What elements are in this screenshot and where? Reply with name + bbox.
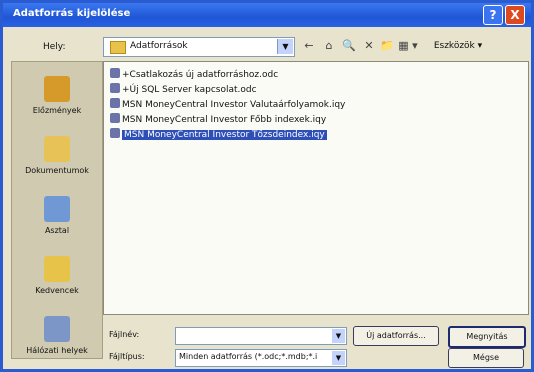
folder-icon [110, 41, 126, 54]
place-label: Asztal [44, 226, 70, 235]
list-item[interactable]: +Új SQL Server kapcsolat.odc [110, 83, 257, 96]
delete-icon[interactable]: ✕ [361, 39, 377, 53]
filetype-label: Fájltípus: [109, 352, 145, 361]
places-bar: Előzmények Dokumentumok Asztal Kedvencek… [11, 61, 103, 359]
place-label: Dokumentumok [25, 166, 89, 175]
file-icon [110, 113, 120, 123]
close-button[interactable]: X [505, 5, 525, 25]
look-in-value: Adatforrások [130, 41, 188, 51]
up-folder-icon[interactable]: ⌂ [321, 39, 337, 53]
place-favorites[interactable]: Kedvencek [12, 256, 102, 295]
place-desktop[interactable]: Asztal [12, 196, 102, 235]
chevron-down-icon[interactable]: ▼ [332, 351, 345, 365]
desktop-icon [44, 196, 70, 222]
look-in-combo[interactable]: Adatforrások ▼ [103, 37, 295, 57]
look-in-toolbar: Hely: Adatforrások ▼ ← ⌂ 🔍 ✕ 📁 ▦ ▾ Eszkö… [11, 37, 523, 59]
chevron-down-icon[interactable]: ▼ [332, 329, 345, 343]
back-icon[interactable]: ← [301, 39, 317, 53]
new-source-button[interactable]: Új adatforrás... [353, 326, 439, 346]
history-icon [44, 76, 70, 102]
tools-menu[interactable]: Eszközök ▾ [423, 39, 493, 53]
filename-input[interactable]: ▼ [175, 327, 347, 345]
list-item[interactable]: MSN MoneyCentral Investor Főbb indexek.i… [110, 113, 326, 126]
filetype-select[interactable]: Minden adatforrás (*.odc;*.mdb;*.i ▼ [175, 349, 347, 367]
file-icon [110, 83, 120, 93]
list-item[interactable]: MSN MoneyCentral Investor Valutaárfolyam… [110, 98, 345, 111]
list-item-selected[interactable]: MSN MoneyCentral Investor Tőzsdeindex.iq… [110, 128, 327, 141]
new-folder-icon[interactable]: 📁 [379, 39, 395, 53]
place-label: Kedvencek [35, 286, 79, 295]
filename-label: Fájlnév: [109, 330, 140, 339]
place-label: Hálózati helyek [26, 346, 88, 355]
window-title: Adatforrás kijelölése [13, 8, 131, 19]
help-button[interactable]: ? [483, 5, 503, 25]
open-data-source-dialog: Adatforrás kijelölése ? X Hely: Adatforr… [0, 0, 534, 372]
file-icon [110, 68, 120, 78]
search-web-icon[interactable]: 🔍 [341, 39, 357, 53]
list-item[interactable]: +Csatlakozás új adatforráshoz.odc [110, 68, 278, 81]
favorites-icon [44, 256, 70, 282]
filetype-value: Minden adatforrás (*.odc;*.mdb;*.i [179, 352, 318, 361]
open-button[interactable]: Megnyitás [448, 326, 526, 348]
chevron-down-icon[interactable]: ▼ [277, 39, 293, 54]
views-icon[interactable]: ▦ ▾ [397, 39, 419, 53]
documents-icon [44, 136, 70, 162]
place-label: Előzmények [32, 106, 82, 115]
file-icon [110, 98, 120, 108]
cancel-button[interactable]: Mégse [448, 348, 524, 368]
place-network[interactable]: Hálózati helyek [12, 316, 102, 355]
file-list[interactable]: +Csatlakozás új adatforráshoz.odc +Új SQ… [103, 61, 529, 315]
place-documents[interactable]: Dokumentumok [12, 136, 102, 175]
look-in-label: Hely: [43, 42, 66, 52]
file-icon [110, 128, 120, 138]
network-icon [44, 316, 70, 342]
place-history[interactable]: Előzmények [12, 76, 102, 115]
title-bar: Adatforrás kijelölése ? X [3, 3, 531, 27]
